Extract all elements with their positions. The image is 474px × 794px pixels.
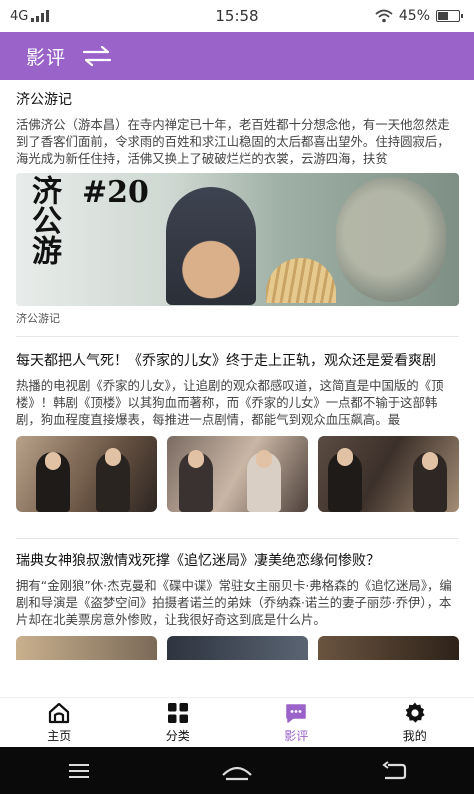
chat-bubble-icon — [286, 704, 306, 723]
article-title[interactable]: 瑞典女神狼叔激情戏死撑《追忆迷局》凄美绝恋缘何惨败？ — [16, 551, 459, 571]
tab-label: 影评 — [284, 729, 309, 743]
image-caption: 济公游记 — [16, 312, 60, 325]
battery-icon — [436, 10, 463, 22]
thumbnail-image[interactable] — [16, 436, 157, 512]
article-thumbnails — [16, 636, 459, 660]
status-bar: 4G 15:58 45% — [0, 0, 474, 32]
app-header: 影评 — [0, 32, 474, 80]
network-type: 4G — [10, 8, 29, 24]
article-thumbnails — [16, 436, 459, 512]
gear-icon — [405, 702, 425, 723]
tab-label: 分类 — [165, 729, 190, 743]
swap-arrows-icon[interactable] — [82, 45, 112, 67]
menu-icon[interactable] — [59, 756, 99, 786]
system-navigation-bar — [0, 747, 474, 794]
signal-icon — [31, 10, 50, 22]
article-hero-image[interactable]: 济公游 #20 — [16, 173, 459, 306]
bottom-tab-bar: 主页 分类 影评 我的 — [0, 697, 474, 747]
wifi-icon — [375, 9, 393, 23]
tab-mine[interactable]: 我的 — [356, 698, 474, 747]
review-feed[interactable]: 济公游记 活佛济公（游本昌）在寺内禅定已十年，老百姓都十分想念他，有一天他忽然走… — [0, 80, 474, 697]
article-title[interactable]: 济公游记 — [16, 90, 459, 110]
thumbnail-image[interactable] — [16, 636, 157, 660]
thumbnail-image[interactable] — [167, 436, 308, 512]
home-icon — [49, 702, 70, 724]
article-summary: 拥有“金刚狼”休·杰克曼和《碟中谍》常驻女主丽贝卡·弗格森的《追忆迷局》，编剧和… — [16, 578, 452, 627]
tab-label: 我的 — [402, 729, 427, 743]
article-summary: 热播的电视剧《乔家的儿女》，让追剧的观众都感叹道，这简直是中国版的《顶楼》！韩剧… — [16, 378, 444, 427]
home-nav-icon[interactable] — [217, 756, 257, 786]
back-icon[interactable] — [375, 756, 415, 786]
page-title: 影评 — [26, 46, 67, 69]
battery-percent: 45% — [398, 8, 430, 24]
thumbnail-image[interactable] — [318, 436, 459, 512]
poster-calligraphy: 济公游 — [26, 175, 61, 265]
article-summary: 活佛济公（游本昌）在寺内禅定已十年，老百姓都十分想念他，有一天他忽然走到了香客们… — [16, 117, 450, 166]
thumbnail-image[interactable] — [318, 636, 459, 660]
article-card[interactable]: 每天都把人气死！《乔家的儿女》终于走上正轨，观众还是爱看爽剧 热播的电视剧《乔家… — [0, 337, 474, 539]
poster-episode-number: #20 — [82, 175, 149, 210]
tab-home[interactable]: 主页 — [0, 698, 119, 747]
article-title[interactable]: 每天都把人气死！《乔家的儿女》终于走上正轨，观众还是爱看爽剧 — [16, 351, 459, 371]
tab-category[interactable]: 分类 — [119, 698, 238, 747]
network-indicator: 4G — [10, 8, 50, 24]
article-card[interactable]: 瑞典女神狼叔激情戏死撑《追忆迷局》凄美绝恋缘何惨败？ 拥有“金刚狼”休·杰克曼和… — [0, 539, 474, 660]
tab-reviews[interactable]: 影评 — [237, 698, 356, 747]
grid-icon — [167, 703, 188, 723]
tab-label: 主页 — [47, 729, 72, 743]
article-card[interactable]: 济公游记 活佛济公（游本昌）在寺内禅定已十年，老百姓都十分想念他，有一天他忽然走… — [0, 80, 474, 337]
thumbnail-image[interactable] — [167, 636, 308, 660]
